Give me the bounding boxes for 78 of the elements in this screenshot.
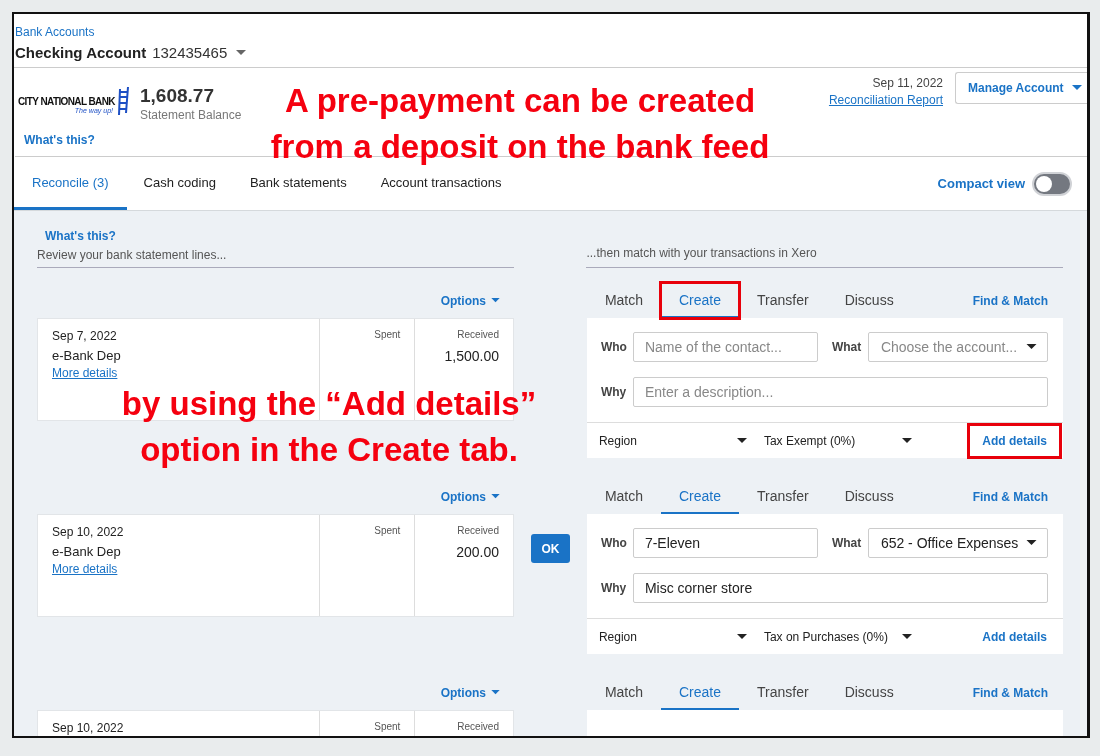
caret-icon (491, 298, 500, 303)
field-label: Who (600, 536, 628, 550)
transaction-description: e-Bank Dep (52, 544, 122, 559)
why-input-field[interactable]: Misc corner store (632, 573, 1048, 603)
statement-balance: 1,608.77 (140, 85, 215, 107)
tab[interactable]: Cash coding (126, 157, 233, 210)
caret-icon (736, 634, 747, 640)
caret-icon (491, 690, 500, 695)
transaction-description: e-Bank Dep (52, 348, 122, 363)
find-match-link[interactable]: Find & Match (972, 293, 1048, 308)
tab[interactable]: Transfer (739, 675, 827, 710)
field-label: Who (600, 340, 628, 354)
section-heading: Review your bank statement lines... (37, 248, 228, 262)
tab[interactable]: Discuss (826, 675, 912, 710)
options-menu[interactable]: Options (440, 685, 500, 700)
transaction-date: Sep 10, 2022 (52, 721, 125, 735)
column-label: Spent (373, 329, 401, 340)
tab[interactable]: Transfer (739, 479, 827, 514)
find-match-link[interactable]: Find & Match (972, 685, 1048, 700)
received-amount: 200.00 (455, 544, 499, 560)
column-label: Received (456, 329, 499, 340)
why-input-field[interactable]: Enter a description... (632, 377, 1048, 407)
help-link[interactable]: What's this? (45, 229, 116, 243)
compact-view-label: Compact view (937, 176, 1025, 191)
help-link[interactable]: What's this? (24, 133, 95, 147)
column-label: Received (456, 525, 499, 536)
region-select[interactable]: Region (598, 630, 747, 644)
who-input-field[interactable]: Name of the contact... (632, 332, 818, 362)
tax-rate-select[interactable]: Tax Exempt (0%) (763, 434, 912, 448)
tab[interactable]: Match (586, 675, 661, 710)
reconciliation-report-link[interactable]: Reconciliation Report (828, 93, 943, 107)
options-menu[interactable]: Options (440, 489, 500, 504)
transaction-date: Sep 10, 2022 (52, 525, 125, 539)
field-label: What (831, 536, 863, 550)
statement-date: Sep 11, 2022 (871, 76, 943, 90)
field-label: What (831, 340, 863, 354)
tab[interactable]: Create (661, 283, 740, 318)
column-label: Spent (373, 525, 401, 536)
region-select[interactable]: Region (598, 434, 747, 448)
find-match-link[interactable]: Find & Match (972, 489, 1048, 504)
compact-view-toggle[interactable] (1032, 171, 1072, 196)
balance-label: Statement Balance (140, 108, 242, 122)
column-label: Received (456, 721, 499, 732)
tax-rate-select[interactable]: Tax on Purchases (0%) (763, 630, 912, 644)
caret-icon (736, 438, 747, 444)
section-heading: ...then match with your transactions in Xero (586, 246, 818, 260)
account-select[interactable]: Choose the account... (867, 332, 1048, 362)
more-details-link[interactable]: More details (52, 562, 118, 576)
column-label: Spent (373, 721, 401, 732)
tab[interactable]: Match (586, 479, 661, 514)
who-input-field[interactable]: 7-Eleven (632, 528, 818, 558)
caret-icon (1025, 540, 1037, 546)
add-details-link[interactable]: Add details (967, 423, 1062, 459)
account-select[interactable]: 652 - Office Expenses (867, 528, 1048, 558)
tab[interactable]: Discuss (826, 283, 912, 318)
ladder-icon (117, 87, 129, 115)
account-number: 132435465 (152, 44, 228, 61)
manage-account-button[interactable]: Manage Account (955, 72, 1087, 104)
ok-button[interactable]: OK (530, 534, 570, 563)
add-details-link[interactable]: Add details (967, 619, 1062, 655)
transaction-date: Sep 7, 2022 (52, 329, 118, 343)
options-menu[interactable]: Options (440, 293, 500, 308)
caret-icon (901, 634, 912, 640)
breadcrumb-link[interactable]: Bank Accounts (15, 25, 95, 39)
tab[interactable]: Discuss (826, 479, 912, 514)
more-details-link[interactable]: More details (52, 366, 118, 380)
received-amount: 1,500.00 (443, 348, 499, 364)
caret-icon (1025, 344, 1037, 350)
field-label: Why (600, 385, 628, 399)
caret-icon[interactable] (236, 49, 247, 56)
caret-icon (491, 494, 500, 499)
tab[interactable]: Transfer (739, 283, 827, 318)
field-label: Why (600, 581, 628, 595)
tab[interactable]: Match (586, 283, 661, 318)
annotation-text: by using the “Add details” option in the Create tab. (120, 384, 538, 470)
account-name: Checking Account (15, 44, 147, 61)
caret-icon (901, 438, 912, 444)
caret-icon (1071, 85, 1082, 91)
